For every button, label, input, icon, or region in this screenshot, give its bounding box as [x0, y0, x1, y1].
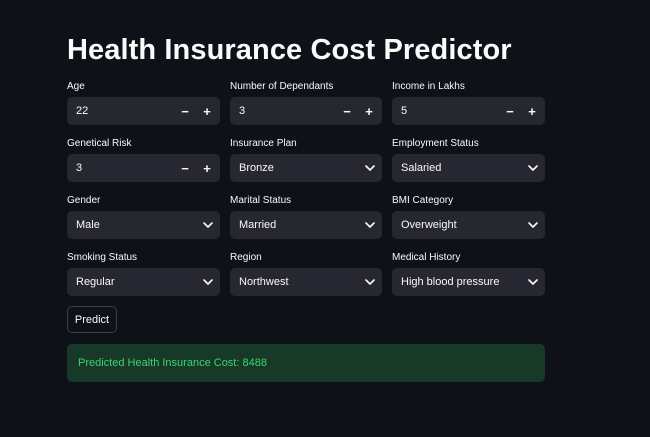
smoking-status-select[interactable]: Regular	[67, 268, 220, 296]
predict-button[interactable]: Predict	[67, 306, 117, 333]
plus-icon: +	[528, 103, 536, 119]
medical-history-value: High blood pressure	[401, 276, 500, 288]
income-increment-button[interactable]: +	[521, 97, 543, 125]
chevron-down-icon[interactable]	[521, 268, 545, 296]
app-page: Health Insurance Cost Predictor Age 22 −…	[0, 0, 650, 437]
prediction-result-alert: Predicted Health Insurance Cost: 8488	[67, 344, 545, 382]
chevron-down-icon[interactable]	[358, 268, 382, 296]
gender-value: Male	[76, 219, 100, 231]
insurance-plan-value: Bronze	[239, 162, 274, 174]
prediction-result-text: Predicted Health Insurance Cost: 8488	[78, 357, 267, 369]
age-decrement-button[interactable]: −	[174, 97, 196, 125]
chevron-down-icon[interactable]	[521, 154, 545, 182]
genetical-risk-label: Genetical Risk	[67, 138, 132, 149]
minus-icon: −	[181, 103, 189, 119]
age-field: Age 22 − +	[67, 79, 220, 136]
chevron-down-icon[interactable]	[358, 211, 382, 239]
chevron-down-icon[interactable]	[358, 154, 382, 182]
dependants-decrement-button[interactable]: −	[336, 97, 358, 125]
chevron-down-icon[interactable]	[196, 268, 220, 296]
genetical-risk-number-input[interactable]: 3 − +	[67, 154, 220, 182]
employment-status-select[interactable]: Salaried	[392, 154, 545, 182]
region-select[interactable]: Northwest	[230, 268, 382, 296]
income-number-input[interactable]: 5 − +	[392, 97, 545, 125]
genetical-risk-increment-button[interactable]: +	[196, 154, 218, 182]
employment-status-field: Employment Status Salaried	[392, 136, 545, 193]
genetical-risk-decrement-button[interactable]: −	[174, 154, 196, 182]
income-field: Income in Lakhs 5 − +	[392, 79, 545, 136]
insurance-plan-select[interactable]: Bronze	[230, 154, 382, 182]
genetical-risk-field: Genetical Risk 3 − +	[67, 136, 220, 193]
minus-icon: −	[343, 103, 351, 119]
income-label: Income in Lakhs	[392, 81, 465, 92]
chevron-down-icon[interactable]	[196, 211, 220, 239]
region-field: Region Northwest	[230, 250, 382, 307]
age-increment-button[interactable]: +	[196, 97, 218, 125]
marital-status-field: Marital Status Married	[230, 193, 382, 250]
bmi-category-value: Overweight	[401, 219, 457, 231]
medical-history-label: Medical History	[392, 252, 461, 263]
page-title: Health Insurance Cost Predictor	[67, 34, 512, 66]
gender-label: Gender	[67, 195, 101, 206]
employment-status-value: Salaried	[401, 162, 442, 174]
medical-history-field: Medical History High blood pressure	[392, 250, 545, 307]
age-number-input[interactable]: 22 − +	[67, 97, 220, 125]
region-value: Northwest	[239, 276, 289, 288]
gender-field: Gender Male	[67, 193, 220, 250]
chevron-down-icon[interactable]	[521, 211, 545, 239]
genetical-risk-value[interactable]: 3	[67, 162, 174, 174]
marital-status-label: Marital Status	[230, 195, 292, 206]
income-decrement-button[interactable]: −	[499, 97, 521, 125]
insurance-plan-field: Insurance Plan Bronze	[230, 136, 382, 193]
bmi-category-select[interactable]: Overweight	[392, 211, 545, 239]
dependants-number-input[interactable]: 3 − +	[230, 97, 382, 125]
marital-status-select[interactable]: Married	[230, 211, 382, 239]
minus-icon: −	[506, 103, 514, 119]
plus-icon: +	[365, 103, 373, 119]
age-label: Age	[67, 81, 85, 92]
insurance-plan-label: Insurance Plan	[230, 138, 297, 149]
smoking-status-field: Smoking Status Regular	[67, 250, 220, 307]
dependants-label: Number of Dependants	[230, 81, 334, 92]
gender-select[interactable]: Male	[67, 211, 220, 239]
employment-status-label: Employment Status	[392, 138, 479, 149]
dependants-value[interactable]: 3	[230, 105, 336, 117]
plus-icon: +	[203, 103, 211, 119]
age-value[interactable]: 22	[67, 105, 174, 117]
marital-status-value: Married	[239, 219, 277, 231]
region-label: Region	[230, 252, 262, 263]
medical-history-select[interactable]: High blood pressure	[392, 268, 545, 296]
minus-icon: −	[181, 160, 189, 176]
smoking-status-label: Smoking Status	[67, 252, 138, 263]
plus-icon: +	[203, 160, 211, 176]
input-form-grid: Age 22 − + Number of Dependants 3 − + In…	[67, 79, 545, 307]
bmi-category-label: BMI Category	[392, 195, 454, 206]
dependants-increment-button[interactable]: +	[358, 97, 380, 125]
smoking-status-value: Regular	[76, 276, 115, 288]
income-value[interactable]: 5	[392, 105, 499, 117]
bmi-category-field: BMI Category Overweight	[392, 193, 545, 250]
dependants-field: Number of Dependants 3 − +	[230, 79, 382, 136]
